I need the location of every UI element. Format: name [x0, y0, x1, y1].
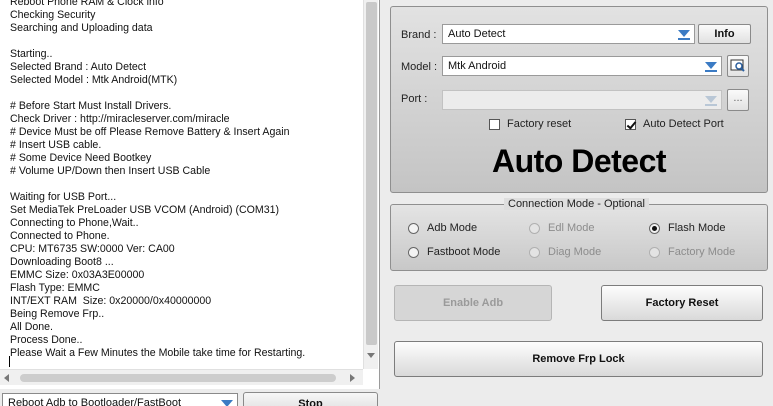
- log-line: Reboot Phone RAM & Clock info: [10, 0, 164, 8]
- connection-mode-label: Flash Mode: [668, 222, 726, 234]
- brand-value: Auto Detect: [448, 28, 506, 40]
- brand-select[interactable]: Auto Detect: [442, 24, 695, 44]
- scroll-left-arrow-icon[interactable]: [4, 374, 9, 382]
- log-line: # Insert USB cable.: [10, 139, 102, 151]
- log-line: INT/EXT RAM Size: 0x20000/0x40000000: [10, 295, 212, 307]
- model-label: Model :: [401, 61, 438, 73]
- scroll-down-arrow-icon[interactable]: [367, 353, 375, 358]
- log-line: Selected Brand : Auto Detect: [10, 61, 147, 73]
- connection-mode-title: Connection Mode - Optional: [504, 198, 649, 210]
- connection-mode-radio: [649, 247, 660, 258]
- brand-label: Brand :: [401, 29, 437, 41]
- log-line: Set MediaTek PreLoader USB VCOM (Android…: [10, 204, 280, 216]
- log-line: Connecting to Phone,Wait..: [10, 217, 139, 229]
- factory-reset-button[interactable]: Factory Reset: [601, 285, 763, 321]
- log-line: All Done.: [10, 321, 53, 333]
- log-line: Check Driver : http://miracleserver.com/…: [10, 113, 230, 125]
- dropdown-arrow-icon: [221, 400, 233, 406]
- connection-mode-radio[interactable]: [408, 247, 419, 258]
- log-line: Being Remove Frp..: [10, 308, 105, 320]
- log-line: EMMC Size: 0x03A3E00000: [10, 269, 145, 281]
- auto-detect-port-label: Auto Detect Port: [643, 118, 724, 130]
- log-line: Flash Type: EMMC: [10, 282, 100, 294]
- log-line: Connected to Phone.: [10, 230, 110, 242]
- reboot-mode-select[interactable]: Reboot Adb to Bootloader/FastBoot: [2, 393, 238, 406]
- log-horizontal-scrollbar[interactable]: [0, 369, 363, 385]
- device-selection-group: Brand : Auto Detect Info Model : Mtk And…: [390, 6, 768, 193]
- log-line: Waiting for USB Port...: [10, 191, 117, 203]
- log-line: CPU: MT6735 SW:0000 Ver: CA00: [10, 243, 175, 255]
- connection-mode-label: Fastboot Mode: [427, 246, 501, 258]
- connection-mode-radio[interactable]: [649, 223, 660, 234]
- port-label: Port :: [401, 93, 428, 105]
- info-button[interactable]: Info: [698, 24, 751, 44]
- auto-detect-port-checkbox[interactable]: [625, 119, 636, 130]
- detected-device-title: Auto Detect: [491, 143, 667, 179]
- log-line: # Some Device Need Bootkey: [10, 152, 152, 164]
- port-select[interactable]: [442, 90, 722, 110]
- dropdown-arrow-icon: [705, 62, 717, 72]
- dropdown-arrow-icon: [678, 30, 690, 40]
- log-panel[interactable]: Reboot Phone RAM & Clock info Checking Se…: [0, 0, 380, 389]
- log-line: Please Wait a Few Minutes the Mobile tak…: [10, 347, 306, 359]
- connection-mode-group: Connection Mode - Optional Adb Mode Edl M…: [390, 198, 768, 271]
- vertical-scrollbar-thumb[interactable]: [366, 2, 377, 345]
- connection-mode-radio: [529, 223, 540, 234]
- connection-mode-radio[interactable]: [408, 223, 419, 234]
- connection-mode-label: Diag Mode: [548, 246, 602, 258]
- connection-mode-label: Adb Mode: [427, 222, 478, 234]
- stop-button[interactable]: Stop: [243, 392, 378, 406]
- scroll-right-arrow-icon[interactable]: [350, 374, 355, 382]
- port-browse-button[interactable]: ...: [727, 89, 749, 111]
- horizontal-scrollbar-thumb[interactable]: [20, 374, 336, 382]
- log-line: Downloading Boot8 ...: [10, 256, 114, 268]
- model-select[interactable]: Mtk Android: [442, 56, 722, 76]
- factory-reset-checkbox[interactable]: [489, 119, 500, 130]
- model-value: Mtk Android: [448, 60, 507, 72]
- log-line: Checking Security: [10, 9, 96, 21]
- enable-adb-button[interactable]: Enable Adb: [394, 285, 552, 321]
- dropdown-arrow-icon: [705, 96, 717, 106]
- log-line: # Before Start Must Install Drivers.: [10, 100, 172, 112]
- model-search-button[interactable]: [727, 55, 749, 77]
- log-line: Process Done..: [10, 334, 83, 346]
- reboot-mode-value: Reboot Adb to Bootloader/FastBoot: [8, 397, 182, 406]
- connection-mode-label: Factory Mode: [668, 246, 736, 258]
- log-line: Searching and Uploading data: [10, 22, 153, 34]
- log-line: # Device Must be off Please Remove Batte…: [10, 126, 290, 138]
- log-line: Selected Model : Mtk Android(MTK): [10, 74, 178, 86]
- connection-mode-radio: [529, 247, 540, 258]
- magnifier-icon: [730, 59, 745, 72]
- log-line: # Volume UP/Down then Insert USB Cable: [10, 165, 211, 177]
- log-line: Starting..: [10, 48, 53, 60]
- log-vertical-scrollbar[interactable]: [363, 0, 378, 369]
- text-caret: [9, 356, 10, 367]
- remove-frp-lock-button[interactable]: Remove Frp Lock: [394, 341, 763, 377]
- factory-reset-label: Factory reset: [507, 118, 572, 130]
- connection-mode-label: Edl Mode: [548, 222, 595, 234]
- right-panel: Brand : Auto Detect Info Model : Mtk And…: [384, 0, 773, 406]
- log-output[interactable]: Reboot Phone RAM & Clock info Checking Se…: [10, 0, 362, 366]
